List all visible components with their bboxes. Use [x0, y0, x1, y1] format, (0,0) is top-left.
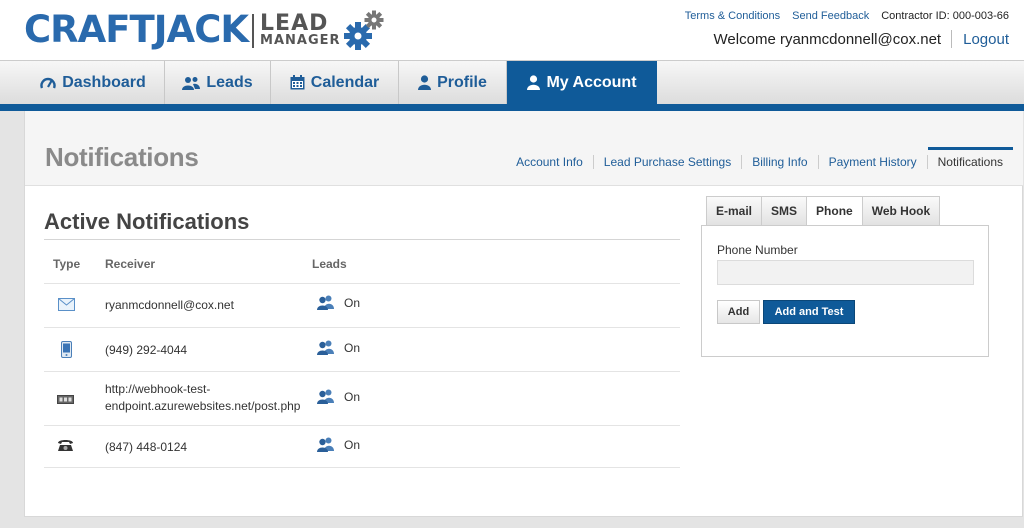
mobile-phone-icon: [61, 341, 72, 361]
leads-status-label: On: [344, 340, 361, 355]
add-button[interactable]: Add: [717, 300, 760, 324]
logo-lead: LEAD: [260, 11, 329, 36]
calendar-icon: [290, 75, 305, 90]
col-leads: Leads: [312, 257, 347, 271]
welcome-text: Welcome ryanmcdonnell@cox.net: [713, 30, 942, 48]
email-icon: [58, 298, 75, 314]
table-row: (847) 448-0124 On: [44, 425, 680, 468]
tab-webhook[interactable]: Web Hook: [861, 196, 941, 226]
leads-status-label: On: [344, 295, 361, 310]
logo-craftjack: CRAFTJACK: [24, 8, 249, 51]
leads-status[interactable]: On: [317, 340, 360, 355]
subnav-billing-info[interactable]: Billing Info: [741, 155, 817, 169]
tab-my-account-label: My Account: [546, 73, 637, 91]
terms-link[interactable]: Terms & Conditions: [685, 10, 780, 22]
tab-phone[interactable]: Phone: [806, 196, 862, 226]
heading-divider: [44, 239, 680, 240]
leads-status[interactable]: On: [317, 295, 360, 310]
subnav-payment-history[interactable]: Payment History: [817, 155, 927, 169]
notification-type-tabs: E-mail SMS Phone Web Hook: [706, 196, 941, 226]
title-bar: Notifications Account Info Lead Purchase…: [25, 111, 1023, 186]
subnav-notifications[interactable]: Notifications: [926, 147, 1014, 169]
logo-manager: MANAGER: [260, 33, 341, 48]
welcome-area: Welcome ryanmcdonnell@cox.net Logout: [714, 30, 1009, 48]
receiver-value: ryanmcdonnell@cox.net: [105, 298, 234, 312]
leads-status[interactable]: On: [317, 437, 360, 452]
users-icon: [182, 76, 201, 90]
tab-leads[interactable]: Leads: [165, 61, 271, 104]
tab-profile[interactable]: Profile: [399, 61, 507, 104]
users-icon: [317, 340, 334, 355]
contractor-id: Contractor ID: 000-003-66: [881, 10, 1009, 22]
receiver-value: (949) 292-4044: [105, 343, 188, 357]
tab-email[interactable]: E-mail: [706, 196, 762, 226]
tab-dashboard[interactable]: Dashboard: [22, 61, 165, 104]
nav-underline: [0, 104, 1024, 111]
active-notifications-heading: Active Notifications: [44, 209, 250, 234]
feedback-link[interactable]: Send Feedback: [792, 10, 869, 22]
subnav-account-info[interactable]: Account Info: [506, 155, 593, 169]
table-row: (949) 292-4044 On: [44, 327, 680, 371]
main-nav: Dashboard Leads Calendar Profile My Acco…: [0, 60, 1024, 104]
top-links: Terms & Conditions Send Feedback Contrac…: [685, 10, 1009, 22]
dashboard-gauge-icon: [40, 77, 56, 88]
tab-sms[interactable]: SMS: [761, 196, 807, 226]
tab-calendar-label: Calendar: [310, 73, 380, 91]
tab-profile-label: Profile: [437, 73, 487, 91]
leads-status[interactable]: On: [317, 389, 360, 404]
tab-dashboard-label: Dashboard: [62, 73, 146, 91]
telephone-icon: [57, 439, 74, 455]
add-notification-panel: Phone Number Add Add and Test: [701, 225, 989, 357]
logo[interactable]: CRAFTJACK LEAD MANAGER: [24, 8, 385, 54]
logo-divider: [252, 14, 255, 48]
subnav-lead-purchase-settings[interactable]: Lead Purchase Settings: [592, 155, 741, 169]
users-icon: [317, 389, 334, 404]
main-content: Notifications Account Info Lead Purchase…: [24, 111, 1023, 517]
person-icon: [418, 75, 432, 90]
tab-leads-label: Leads: [206, 73, 253, 91]
leads-status-label: On: [344, 437, 361, 452]
table-row: ryanmcdonnell@cox.net On: [44, 283, 680, 327]
tab-calendar[interactable]: Calendar: [271, 61, 399, 104]
webhook-icon: [57, 393, 74, 407]
col-type: Type: [53, 257, 81, 271]
col-receiver: Receiver: [105, 257, 156, 271]
users-icon: [317, 295, 334, 310]
add-and-test-button[interactable]: Add and Test: [763, 300, 855, 324]
logout-link[interactable]: Logout: [963, 31, 1009, 48]
receiver-value: http://webhook-test-endpoint.azurewebsit…: [105, 382, 301, 413]
page-title: Notifications: [45, 142, 199, 172]
receiver-value: (847) 448-0124: [105, 440, 188, 454]
tab-my-account[interactable]: My Account: [507, 61, 657, 104]
person-icon: [527, 75, 541, 90]
divider: [951, 30, 953, 48]
header: CRAFTJACK LEAD MANAGER Terms & Condition…: [0, 0, 1024, 60]
phone-number-input[interactable]: [717, 260, 974, 285]
phone-number-label: Phone Number: [717, 243, 798, 257]
gears-icon: [343, 10, 384, 50]
account-subnav: Account Info Lead Purchase Settings Bill…: [506, 147, 1014, 169]
table-row: http://webhook-test-endpoint.azurewebsit…: [44, 371, 680, 425]
logo-lead-manager: LEAD MANAGER: [260, 11, 341, 48]
leads-status-label: On: [344, 389, 361, 404]
users-icon: [317, 437, 334, 452]
